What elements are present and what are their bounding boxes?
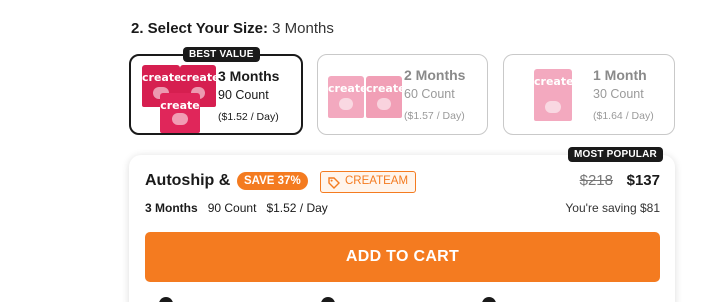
autoship-per-day: $1.52 / Day — [266, 201, 328, 215]
product-pouch-image: create — [534, 69, 572, 121]
option-name: 1 Month — [593, 67, 647, 83]
sale-price: $137 — [626, 172, 660, 189]
option-name: 3 Months — [218, 68, 280, 84]
autoship-details: 3 Months 90 Count $1.52 / Day — [145, 201, 328, 215]
autoship-title: Autoship & — [145, 172, 231, 189]
size-section-title: 2. Select Your Size: 3 Months — [131, 20, 334, 37]
product-pouch-image: create — [366, 76, 402, 118]
saving-text: You're saving $81 — [565, 201, 660, 215]
add-to-cart-button[interactable]: ADD TO CART — [145, 232, 660, 282]
size-option-3-months[interactable]: BEST VALUE create create create 3 Months… — [129, 47, 303, 135]
check-circle-icon — [159, 297, 173, 302]
benefit-list — [159, 297, 659, 302]
original-price: $218 — [579, 172, 613, 189]
autoship-count: 90 Count — [207, 201, 257, 215]
option-count: 30 Count — [593, 87, 644, 101]
promo-code-tag: CREATEAM — [320, 171, 417, 193]
product-pouch-image: create — [160, 93, 200, 133]
autoship-card[interactable]: MOST POPULAR Autoship & SAVE 37% CREATEA… — [129, 147, 675, 302]
option-per-day: ($1.64 / Day) — [593, 110, 654, 122]
tag-icon — [328, 177, 340, 189]
option-count: 90 Count — [218, 88, 269, 102]
promo-code-text: CREATEAM — [345, 175, 409, 187]
best-value-badge: BEST VALUE — [183, 47, 260, 62]
most-popular-badge: MOST POPULAR — [568, 147, 663, 162]
option-count: 60 Count — [404, 87, 455, 101]
autoship-plan: 3 Months — [145, 201, 198, 215]
size-option-2-months[interactable]: create create 2 Months 60 Count ($1.57 /… — [317, 54, 488, 135]
option-per-day: ($1.57 / Day) — [404, 110, 465, 122]
size-section-selected: 3 Months — [272, 20, 334, 37]
size-options: BEST VALUE create create create 3 Months… — [129, 47, 677, 136]
option-per-day: ($1.52 / Day) — [218, 111, 279, 123]
size-option-1-month[interactable]: create 1 Month 30 Count ($1.64 / Day) — [503, 54, 675, 135]
size-section-label: 2. Select Your Size: — [131, 20, 268, 37]
check-circle-icon — [321, 297, 335, 302]
save-badge: SAVE 37% — [237, 172, 308, 190]
check-circle-icon — [482, 297, 496, 302]
product-pouch-image: create — [328, 76, 364, 118]
option-name: 2 Months — [404, 67, 466, 83]
